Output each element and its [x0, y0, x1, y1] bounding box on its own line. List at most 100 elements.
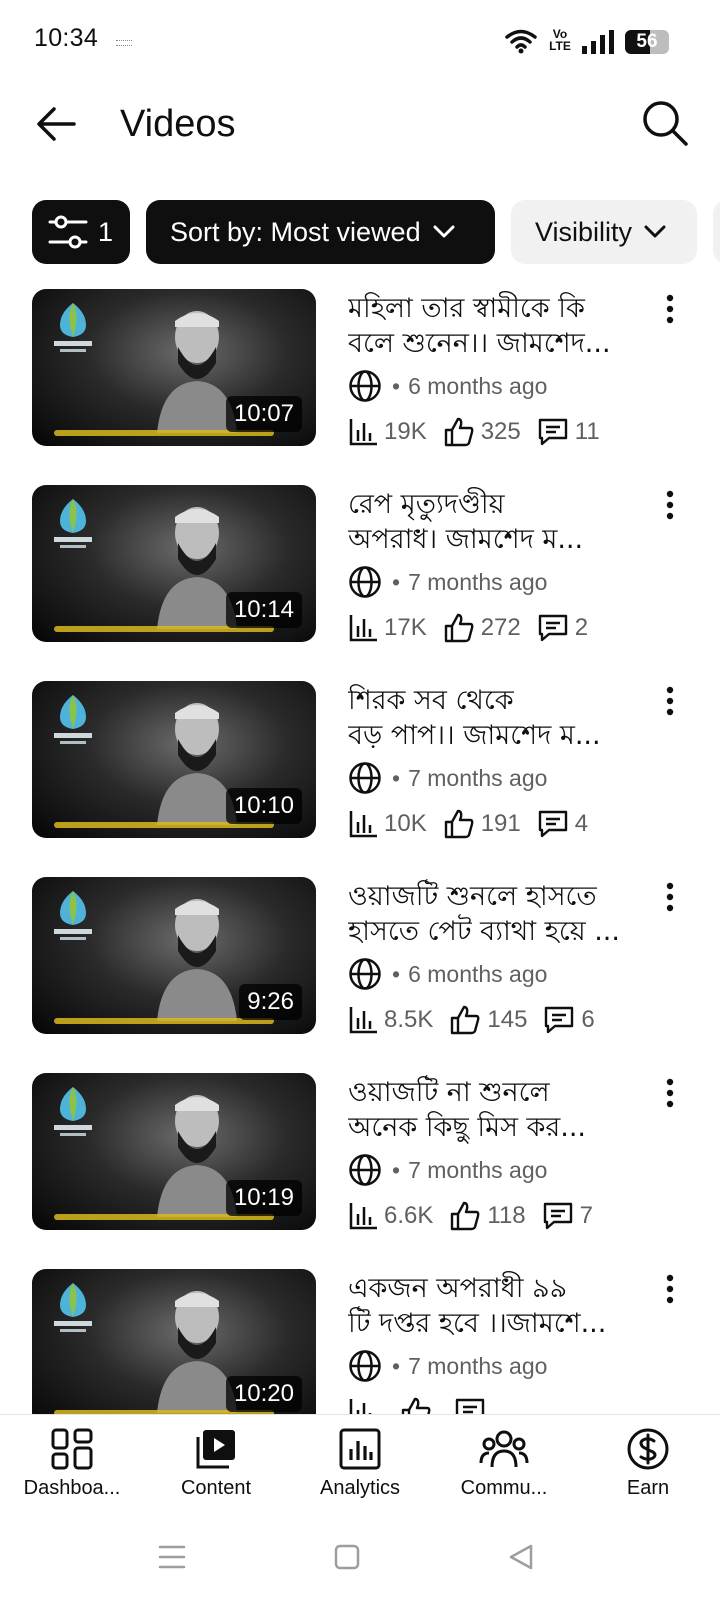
video-row[interactable]: 10:19 ওয়াজটি না শুনলে অনেক কিছু মিস কর.…	[0, 1073, 720, 1273]
comment-icon	[543, 1202, 572, 1230]
filter-chips: 1 Sort by: Most viewed Visibility	[0, 200, 720, 266]
video-meta: • 6 months ago	[348, 957, 547, 991]
video-list: 10:07 মহিলা তার স্বামীকে কি বলে শুনেন।। …	[0, 289, 720, 1414]
meta-separator: •	[392, 1156, 401, 1183]
volte-indicator: Vo LTE	[549, 27, 571, 53]
views-chart-icon	[349, 1399, 372, 1414]
video-title-line2: টি দপ্তর হবে ।।জামশে...	[348, 1308, 607, 1339]
comments-stat: 7	[542, 1200, 593, 1232]
sort-chip[interactable]: Sort by: Most viewed	[146, 200, 495, 264]
video-title[interactable]: ওয়াজটি শুনলে হাসতে হাসতে পেট ব্যাথা হয়…	[348, 879, 626, 949]
views-stat: 10K	[348, 809, 427, 839]
video-published: 7 months ago	[408, 568, 548, 595]
more-options-icon[interactable]	[652, 1075, 688, 1111]
video-duration: 9:26	[239, 984, 302, 1020]
nav-content[interactable]: Content	[144, 1427, 288, 1500]
views-count: 17K	[384, 614, 427, 641]
visibility-chip[interactable]: Visibility	[511, 200, 697, 264]
status-time: 10:34	[34, 24, 99, 52]
more-options-icon[interactable]	[652, 879, 688, 915]
nav-label: Analytics	[319, 1477, 401, 1499]
system-navigation-bar	[0, 1514, 720, 1600]
video-thumbnail[interactable]: 10:19	[32, 1073, 316, 1230]
likes-stat	[400, 1396, 438, 1414]
more-filter-chip[interactable]	[713, 200, 720, 264]
video-row[interactable]: 10:20 একজন অপরাধী ৯৯ টি দপ্তর হবে ।।জামশ…	[0, 1269, 720, 1414]
recent-apps-icon[interactable]	[158, 1544, 186, 1570]
views-stat	[348, 1397, 384, 1414]
video-published: 6 months ago	[408, 372, 548, 399]
nav-label: Content	[180, 1477, 252, 1499]
comment-icon	[538, 418, 567, 446]
public-globe-icon	[349, 762, 381, 794]
views-count: 6.6K	[384, 1202, 434, 1229]
likes-stat: 145	[449, 1004, 527, 1036]
home-icon[interactable]	[334, 1544, 360, 1570]
battery-icon: 56	[625, 30, 669, 54]
video-title[interactable]: শিরক সব থেকে বড় পাপ।। জামশেদ ম...	[348, 683, 626, 753]
video-row[interactable]: 9:26 ওয়াজটি শুনলে হাসতে হাসতে পেট ব্যাথ…	[0, 877, 720, 1077]
meta-separator: •	[392, 1352, 401, 1379]
dashboard-icon	[51, 1428, 93, 1470]
video-published: 7 months ago	[408, 764, 548, 791]
nav-dashboard[interactable]: Dashboa...	[0, 1427, 144, 1500]
more-options-icon[interactable]	[652, 683, 688, 719]
video-duration: 10:07	[225, 396, 302, 432]
chevron-down-icon	[433, 225, 455, 238]
views-chart-icon	[349, 419, 377, 446]
community-icon	[479, 1430, 529, 1468]
nav-analytics[interactable]: Analytics	[288, 1427, 432, 1500]
earn-icon	[627, 1428, 669, 1470]
public-globe-icon	[349, 1154, 381, 1186]
video-title-line2: হাসতে পেট ব্যাথা হয়ে ...	[348, 916, 620, 947]
back-nav-icon[interactable]	[508, 1544, 534, 1570]
comments-stat: 11	[537, 416, 600, 448]
video-duration: 10:20	[225, 1376, 302, 1412]
views-chart-icon	[349, 615, 377, 642]
video-thumbnail[interactable]: 10:07	[32, 289, 316, 446]
bottom-navigation: Dashboa... Content Analytics Commu... Ea…	[0, 1414, 720, 1515]
nav-earn[interactable]: Earn	[576, 1427, 720, 1500]
status-bar: 10:34 Vo LTE 56	[0, 0, 720, 84]
nav-label: Earn	[626, 1477, 670, 1499]
likes-stat: 118	[449, 1200, 526, 1232]
likes-count: 118	[487, 1202, 526, 1229]
back-arrow-icon[interactable]	[34, 102, 78, 146]
comments-count: 2	[574, 614, 589, 641]
video-title[interactable]: রেপ মৃত্যুদণ্ডীয় অপরাধ। জামশেদ ম...	[348, 487, 626, 557]
more-options-icon[interactable]	[652, 291, 688, 327]
video-thumbnail[interactable]: 10:10	[32, 681, 316, 838]
likes-stat: 325	[443, 416, 521, 448]
video-title-line1: একজন অপরাধী ৯৯	[348, 1273, 568, 1304]
views-count: 10K	[384, 810, 427, 837]
like-icon	[401, 1397, 431, 1414]
likes-stat: 272	[443, 612, 521, 644]
video-title[interactable]: মহিলা তার স্বামীকে কি বলে শুনেন।। জামশেদ…	[348, 291, 626, 361]
comments-stat: 2	[537, 612, 588, 644]
comments-stat	[454, 1396, 492, 1414]
speaker-image	[157, 899, 237, 1021]
video-thumbnail[interactable]: 9:26	[32, 877, 316, 1034]
comment-icon	[538, 614, 567, 642]
video-row[interactable]: 10:14 রেপ মৃত্যুদণ্ডীয় অপরাধ। জামশেদ ম.…	[0, 485, 720, 685]
video-title[interactable]: একজন অপরাধী ৯৯ টি দপ্তর হবে ।।জামশে...	[348, 1271, 626, 1341]
filter-chip[interactable]: 1	[32, 200, 130, 264]
video-title[interactable]: ওয়াজটি না শুনলে অনেক কিছু মিস কর...	[348, 1075, 626, 1145]
nav-community[interactable]: Commu...	[432, 1427, 576, 1500]
comment-icon	[545, 1006, 574, 1034]
video-stats: 17K 272 2	[348, 611, 604, 645]
filter-count: 1	[98, 216, 114, 247]
search-icon[interactable]	[640, 98, 690, 148]
video-thumbnail[interactable]: 10:20	[32, 1269, 316, 1414]
chevron-down-icon	[644, 225, 666, 238]
like-icon	[444, 809, 474, 839]
video-row[interactable]: 10:07 মহিলা তার স্বামীকে কি বলে শুনেন।। …	[0, 289, 720, 489]
video-thumbnail[interactable]: 10:14	[32, 485, 316, 642]
more-options-icon[interactable]	[652, 487, 688, 523]
views-stat: 19K	[348, 417, 427, 447]
battery-level: 56	[636, 31, 658, 52]
nav-label: Dashboa...	[23, 1477, 121, 1499]
more-options-icon[interactable]	[652, 1271, 688, 1307]
video-row[interactable]: 10:10 শিরক সব থেকে বড় পাপ।। জামশেদ ম...…	[0, 681, 720, 881]
meta-separator: •	[392, 960, 401, 987]
